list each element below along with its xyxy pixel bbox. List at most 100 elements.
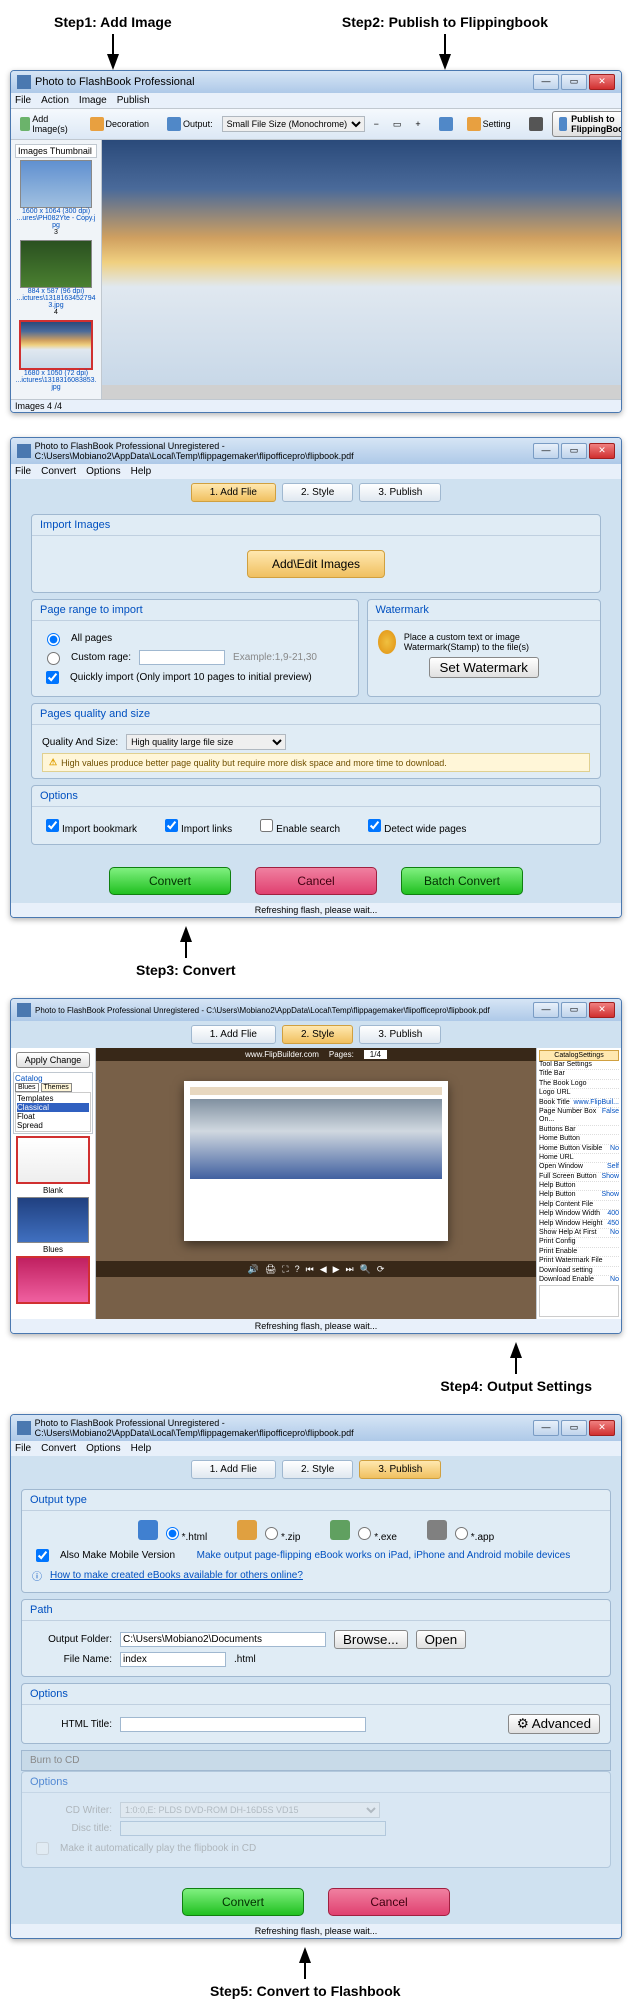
close-button[interactable]: ✕	[589, 443, 615, 459]
setting-row[interactable]: Download EnableNo	[539, 1276, 619, 1281]
import-links-check[interactable]	[165, 819, 178, 832]
template-thumb[interactable]	[17, 1197, 89, 1243]
tab-add-file[interactable]: 1. Add Flie	[191, 1025, 276, 1044]
setting-row[interactable]: Help Window Height450	[539, 1220, 619, 1229]
rotate-button[interactable]	[434, 114, 458, 134]
maximize-button[interactable]: ▭	[561, 74, 587, 90]
last-icon[interactable]: ⏭	[346, 1264, 354, 1275]
output-select[interactable]: Small File Size (Monochrome)	[222, 116, 365, 132]
setting-row[interactable]: Help ButtonShow	[539, 1191, 619, 1200]
tab-publish[interactable]: 3. Publish	[359, 1460, 441, 1479]
setting-row[interactable]: Page Number Box On...False	[539, 1108, 619, 1126]
template-thumb[interactable]	[16, 1256, 90, 1304]
enable-search-check[interactable]	[260, 819, 273, 832]
detect-wide-check[interactable]	[368, 819, 381, 832]
setting-row[interactable]: Title Bar	[539, 1070, 619, 1079]
setting-row[interactable]: Help Content File	[539, 1201, 619, 1210]
output-folder-input[interactable]	[120, 1632, 326, 1647]
setting-row[interactable]: Logo URL	[539, 1089, 619, 1098]
setting-row[interactable]: Full Screen ButtonShow	[539, 1173, 619, 1182]
quality-select[interactable]: High quality large file size	[126, 734, 286, 750]
html-title-input[interactable]	[120, 1717, 366, 1732]
tool-button[interactable]	[524, 114, 548, 134]
setting-row[interactable]: Open WindowSelf	[539, 1163, 619, 1172]
tab-add-file[interactable]: 1. Add Flie	[191, 483, 276, 502]
maximize-button[interactable]: ▭	[561, 443, 587, 459]
tab-add-file[interactable]: 1. Add Flie	[191, 1460, 276, 1479]
all-pages-radio[interactable]	[47, 633, 60, 646]
menu-file[interactable]: File	[15, 466, 31, 477]
thumbnail-item-selected[interactable]: 1680 x 1050 (72 dpi) ...ictures\13183160…	[15, 320, 97, 391]
menu-convert[interactable]: Convert	[41, 1443, 76, 1454]
custom-range-radio[interactable]	[47, 652, 60, 665]
open-button[interactable]: Open	[416, 1630, 467, 1649]
menu-action[interactable]: Action	[41, 95, 69, 106]
sound-icon[interactable]: 🔊	[248, 1264, 259, 1275]
auto-icon[interactable]: ⟳	[377, 1264, 385, 1275]
menu-options[interactable]: Options	[86, 466, 120, 477]
setting-row[interactable]: Print Watermark File	[539, 1257, 619, 1266]
batch-convert-button[interactable]: Batch Convert	[401, 867, 523, 895]
app-radio[interactable]	[455, 1527, 468, 1540]
import-bookmark-check[interactable]	[46, 819, 59, 832]
thumbnail-item[interactable]: 1600 x 1064 (300 dpi) ...ures\PH082Yte -…	[15, 160, 97, 236]
tab-publish[interactable]: 3. Publish	[359, 483, 441, 502]
fullscreen-icon[interactable]: ⛶	[282, 1264, 288, 1275]
setting-row[interactable]: Show Help At FirstNo	[539, 1229, 619, 1238]
minimize-button[interactable]: —	[533, 1002, 559, 1018]
catalog-item[interactable]: Float	[17, 1112, 89, 1121]
setting-row[interactable]: The Book Logo	[539, 1080, 619, 1089]
next-icon[interactable]: ▶	[333, 1264, 340, 1275]
cancel-button[interactable]: Cancel	[255, 867, 377, 895]
print-icon[interactable]: 🖨	[265, 1264, 276, 1275]
html-radio[interactable]	[166, 1527, 179, 1540]
menu-options[interactable]: Options	[86, 1443, 120, 1454]
menu-help[interactable]: Help	[131, 1443, 152, 1454]
tab-style[interactable]: 2. Style	[282, 1460, 353, 1479]
catalog-item[interactable]: Spread	[17, 1121, 89, 1130]
tab-themes[interactable]: Themes	[41, 1083, 72, 1092]
convert-button[interactable]: Convert	[109, 867, 231, 895]
tab-style[interactable]: 2. Style	[282, 1025, 353, 1044]
setting-row[interactable]: Tool Bar Settings	[539, 1061, 619, 1070]
custom-range-input[interactable]	[139, 650, 225, 665]
publish-flippingbook-button[interactable]: Publish to FlippingBook	[552, 111, 622, 137]
settings-tab[interactable]: CatalogSettings	[539, 1050, 619, 1061]
menu-convert[interactable]: Convert	[41, 466, 76, 477]
prev-icon[interactable]: ◀	[320, 1264, 327, 1275]
menu-file[interactable]: File	[15, 95, 31, 106]
tab-publish[interactable]: 3. Publish	[359, 1025, 441, 1044]
template-thumb[interactable]	[16, 1136, 90, 1184]
setting-row[interactable]: Home URL	[539, 1154, 619, 1163]
mobile-check[interactable]	[36, 1549, 49, 1562]
zoom-icon[interactable]: 🔍	[360, 1264, 371, 1275]
zip-radio[interactable]	[265, 1527, 278, 1540]
menu-publish[interactable]: Publish	[117, 95, 150, 106]
catalog-item-selected[interactable]: Classical	[17, 1103, 89, 1112]
add-image-button[interactable]: Add Image(s)	[15, 111, 77, 137]
close-button[interactable]: ✕	[589, 74, 615, 90]
maximize-button[interactable]: ▭	[561, 1420, 587, 1436]
setting-button[interactable]: Setting	[462, 114, 516, 134]
quick-import-check[interactable]	[46, 671, 59, 684]
help-icon[interactable]: ?	[295, 1264, 300, 1274]
cancel-button[interactable]: Cancel	[328, 1888, 450, 1916]
menu-help[interactable]: Help	[131, 466, 152, 477]
catalog-item[interactable]: Templates	[17, 1094, 89, 1103]
maximize-button[interactable]: ▭	[561, 1002, 587, 1018]
advanced-button[interactable]: ⚙ Advanced	[508, 1714, 600, 1734]
setting-row[interactable]: Print Config	[539, 1238, 619, 1247]
close-button[interactable]: ✕	[589, 1420, 615, 1436]
setting-row[interactable]: Buttons Bar	[539, 1126, 619, 1135]
setting-row[interactable]: Help Button	[539, 1182, 619, 1191]
minimize-button[interactable]: —	[533, 1420, 559, 1436]
flipbook-controls[interactable]: 🔊 🖨 ⛶? ⏮ ◀ ▶ ⏭ 🔍 ⟳	[96, 1261, 536, 1277]
setting-row[interactable]: Print Enable	[539, 1248, 619, 1257]
set-watermark-button[interactable]: Set Watermark	[429, 657, 539, 678]
exe-radio[interactable]	[358, 1527, 371, 1540]
howto-link[interactable]: How to make created eBooks available for…	[50, 1570, 303, 1581]
minimize-button[interactable]: —	[533, 443, 559, 459]
first-icon[interactable]: ⏮	[306, 1264, 314, 1275]
tab-blues[interactable]: Blues	[15, 1083, 39, 1092]
setting-row[interactable]: Home Button	[539, 1135, 619, 1144]
